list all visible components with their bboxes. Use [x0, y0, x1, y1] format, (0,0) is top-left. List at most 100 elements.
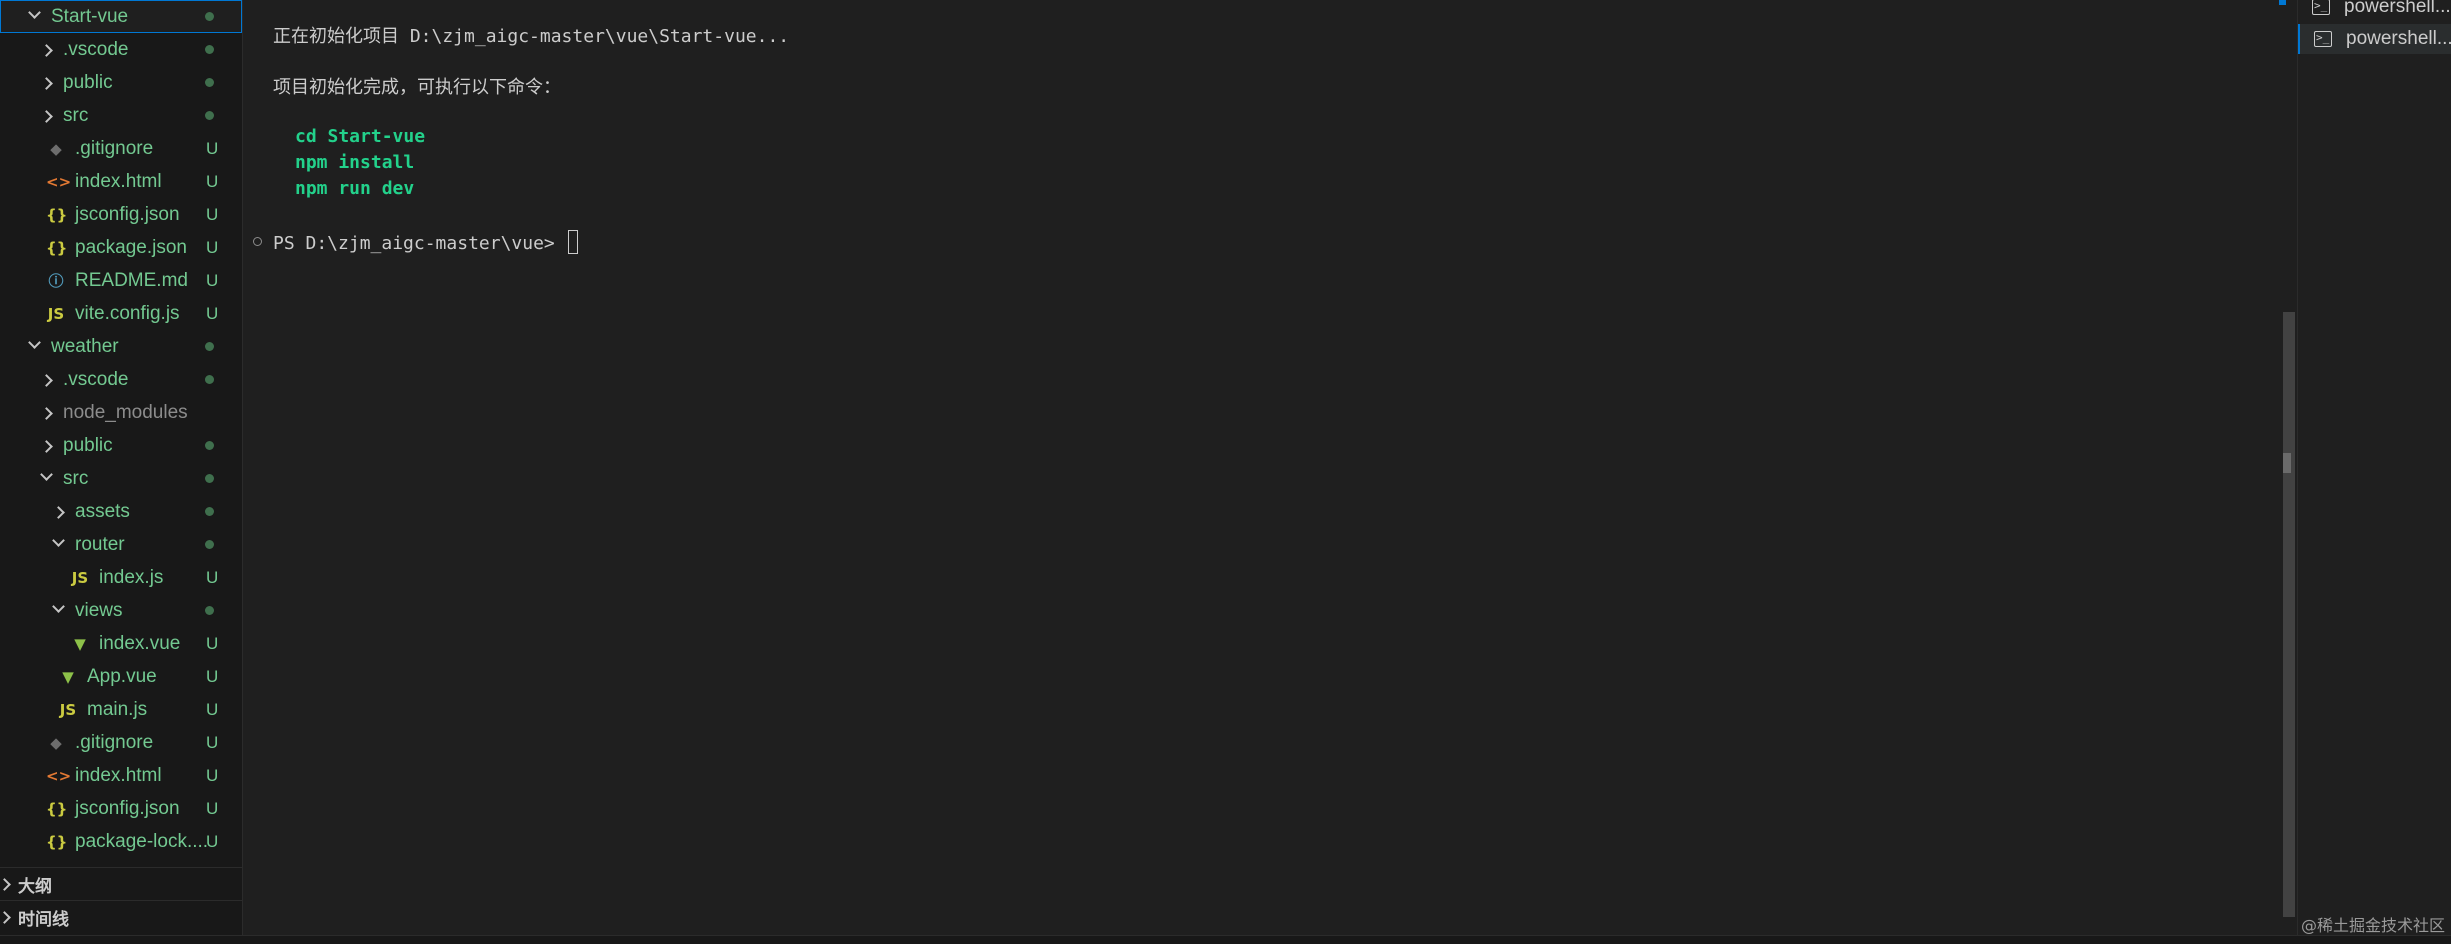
chevron-right-icon[interactable] — [40, 374, 53, 387]
git-change-dot-icon — [205, 12, 214, 21]
tree-item-label: public — [63, 434, 113, 456]
tree-item[interactable]: router — [0, 528, 242, 561]
tree-item[interactable]: Start-vue — [0, 0, 242, 33]
chevron-right-icon[interactable] — [40, 110, 53, 123]
tree-item[interactable]: weather — [0, 330, 242, 363]
tree-item-label: README.md — [75, 269, 188, 291]
js-file-icon: JS — [59, 700, 77, 719]
info-file-icon: ⓘ — [48, 272, 64, 290]
git-file-icon: ◆ — [50, 139, 62, 158]
git-untracked-badge: U — [206, 270, 219, 290]
terminal-tab-powershell[interactable]: >_ powershell... — [2298, 24, 2451, 54]
terminal-panel[interactable]: 正在初始化项目 D:\zjm_aigc-master\vue\Start-vue… — [243, 0, 2293, 935]
terminal-scroll-marker — [2283, 453, 2291, 473]
tree-item[interactable]: {} jsconfig.json U — [0, 198, 242, 231]
tree-item-label: assets — [75, 500, 130, 522]
tree-item[interactable]: JS index.js U — [0, 561, 242, 594]
chevron-down-icon[interactable] — [40, 468, 53, 481]
outline-section-header[interactable]: 大纲 — [0, 867, 242, 900]
git-untracked-badge: U — [206, 171, 219, 191]
chevron-down-icon[interactable] — [28, 6, 41, 19]
git-file-icon: ◆ — [50, 733, 62, 752]
terminal-tab-label: powershell... — [2344, 0, 2451, 17]
tree-item[interactable]: <> index.html U — [0, 759, 242, 792]
tree-item[interactable]: ◆ .gitignore U — [0, 726, 242, 759]
terminal-icon: >_ — [2312, 0, 2330, 15]
chevron-right-icon[interactable] — [40, 440, 53, 453]
top-accent-marker — [2279, 0, 2286, 5]
tree-item-label: views — [75, 599, 123, 621]
git-untracked-badge: U — [206, 798, 219, 818]
chevron-down-icon[interactable] — [52, 600, 65, 613]
json-file-icon: {} — [46, 238, 68, 257]
git-untracked-badge: U — [206, 732, 219, 752]
tree-item-label: node_modules — [63, 401, 188, 423]
tree-item[interactable]: node_modules — [0, 396, 242, 429]
git-untracked-badge: U — [206, 765, 219, 785]
tree-item[interactable]: assets — [0, 495, 242, 528]
chevron-right-icon[interactable] — [52, 506, 65, 519]
tree-item-label: .vscode — [63, 368, 129, 390]
tree-item-label: .vscode — [63, 38, 129, 60]
chevron-down-icon[interactable] — [52, 534, 65, 547]
tree-item-label: weather — [51, 335, 119, 357]
terminal-cmd-install: npm install — [295, 152, 415, 173]
chevron-right-icon[interactable] — [40, 407, 53, 420]
git-untracked-badge: U — [206, 699, 219, 719]
chevron-right-icon[interactable] — [40, 44, 53, 57]
chevron-right-icon[interactable] — [40, 77, 53, 90]
tree-item-label: jsconfig.json — [75, 203, 180, 225]
tree-item[interactable]: .vscode — [0, 363, 242, 396]
terminal-tab-label: powershell... — [2346, 28, 2451, 49]
tree-item[interactable]: ◆ .gitignore U — [0, 132, 242, 165]
json-file-icon: {} — [46, 832, 68, 851]
tree-item[interactable]: <> index.html U — [0, 165, 242, 198]
json-file-icon: {} — [46, 205, 68, 224]
git-change-dot-icon — [205, 474, 214, 483]
git-change-dot-icon — [205, 606, 214, 615]
terminal-scrollbar-thumb[interactable] — [2283, 312, 2295, 917]
tree-item[interactable]: JS main.js U — [0, 693, 242, 726]
git-untracked-badge: U — [206, 237, 219, 257]
tree-item[interactable]: {} package-lock.... U — [0, 825, 242, 858]
chevron-right-icon — [0, 911, 11, 924]
tree-item-label: package-lock.... — [75, 830, 209, 852]
terminal-init-line: 正在初始化项目 D:\zjm_aigc-master\vue\Start-vue… — [273, 26, 790, 47]
terminal-tab-powershell[interactable]: >_ powershell... — [2298, 0, 2451, 22]
tree-item[interactable]: public — [0, 66, 242, 99]
tree-item-label: .gitignore — [75, 137, 154, 159]
tree-item[interactable]: src — [0, 462, 242, 495]
tree-item[interactable]: JS vite.config.js U — [0, 297, 242, 330]
tree-item[interactable]: {} package.json U — [0, 231, 242, 264]
js-file-icon: JS — [47, 304, 65, 323]
git-untracked-badge: U — [206, 831, 219, 851]
tree-item[interactable]: ⓘ README.md U — [0, 264, 242, 297]
timeline-section-header[interactable]: 时间线 — [0, 900, 242, 933]
section-label: 时间线 — [18, 909, 69, 929]
tree-item[interactable]: ▼ index.vue U — [0, 627, 242, 660]
html-file-icon: <> — [46, 172, 72, 191]
tree-item-label: main.js — [87, 698, 148, 720]
terminal-cursor — [567, 230, 578, 254]
git-change-dot-icon — [205, 45, 214, 54]
tree-item-label: src — [63, 467, 89, 489]
git-untracked-badge: U — [206, 138, 219, 158]
terminal-done-line: 项目初始化完成，可执行以下命令： — [273, 77, 561, 98]
tree-item-label: Start-vue — [51, 5, 129, 27]
tree-item[interactable]: ▼ App.vue U — [0, 660, 242, 693]
prompt-decoration-icon[interactable] — [253, 237, 262, 246]
tree-item[interactable]: public — [0, 429, 242, 462]
tree-item[interactable]: src — [0, 99, 242, 132]
git-untracked-badge: U — [206, 633, 219, 653]
vue-file-icon: ▼ — [74, 634, 86, 653]
chevron-down-icon[interactable] — [28, 336, 41, 349]
tree-item[interactable]: .vscode — [0, 33, 242, 66]
git-untracked-badge: U — [206, 567, 219, 587]
terminal-prompt-line[interactable]: PS D:\zjm_aigc-master\vue> — [273, 230, 578, 254]
tree-item[interactable]: {} jsconfig.json U — [0, 792, 242, 825]
git-untracked-badge: U — [206, 666, 219, 686]
tree-item-label: index.js — [99, 566, 164, 588]
tree-item-label: index.html — [75, 170, 162, 192]
tree-item[interactable]: views — [0, 594, 242, 627]
tree-item-label: vite.config.js — [75, 302, 180, 324]
